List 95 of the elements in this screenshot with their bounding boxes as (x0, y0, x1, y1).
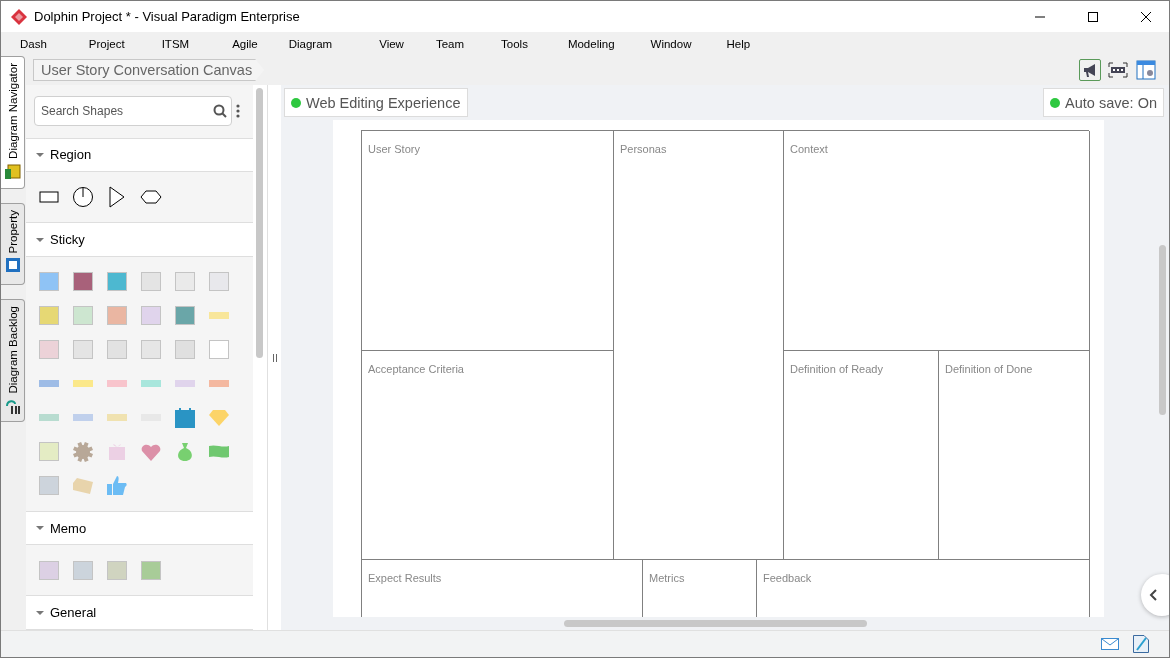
menu-item[interactable]: Help (726, 37, 751, 50)
menu-item[interactable]: View (379, 37, 404, 50)
region-label: Personas (620, 143, 667, 155)
banner-icon[interactable] (209, 444, 229, 460)
tape-icon[interactable] (209, 312, 229, 320)
tape-icon[interactable] (39, 414, 59, 422)
region-label: Acceptance Criteria (368, 363, 464, 375)
hexagon-icon[interactable] (140, 190, 162, 205)
canvas-region[interactable]: Personas (614, 131, 784, 560)
canvas-region[interactable]: Definition of Ready (784, 351, 939, 560)
tape-icon[interactable] (175, 380, 195, 388)
menu-item[interactable]: Diagram (288, 37, 333, 50)
section-header[interactable]: Memo (26, 511, 253, 546)
sticky-note-icon[interactable] (73, 272, 93, 292)
search-icon (213, 104, 227, 119)
thumbs-up-icon[interactable] (107, 476, 127, 496)
tape-icon[interactable] (209, 380, 229, 388)
caret-down-icon (36, 151, 44, 159)
maximize-icon[interactable] (1088, 11, 1098, 22)
fit-screen-icon[interactable] (1108, 62, 1128, 78)
tape-icon[interactable] (73, 414, 93, 422)
layout-panel-icon[interactable] (1136, 60, 1156, 80)
horizontal-scrollbar[interactable] (564, 620, 867, 627)
section-header[interactable]: General (26, 596, 253, 630)
heart-icon[interactable] (141, 442, 161, 461)
status-dot (291, 97, 301, 108)
menu-item[interactable]: ITSM (161, 37, 190, 50)
megaphone-icon (1082, 62, 1098, 78)
region-label: Definition of Done (945, 363, 1033, 375)
chevron-left-icon (1149, 589, 1157, 601)
section-title: Sticky (50, 232, 85, 248)
side-tab[interactable]: Property (1, 203, 25, 285)
canvas-region[interactable]: Definition of Done (939, 351, 1090, 560)
region-label: Metrics (649, 572, 685, 584)
gem-icon[interactable] (209, 409, 229, 427)
section-title: Memo (50, 520, 87, 536)
menu-item[interactable]: Project (88, 37, 125, 50)
caret-down-icon (36, 235, 44, 244)
tape-icon[interactable] (73, 380, 93, 388)
section-header[interactable]: Region (26, 138, 253, 173)
menu-item[interactable]: Dash (20, 37, 47, 50)
search-field[interactable]: Search Shapes (34, 96, 232, 127)
gift-icon[interactable] (108, 442, 126, 462)
canvas-region[interactable]: Context (784, 131, 1090, 351)
badge-text: Auto save: On (1065, 94, 1157, 111)
status-dot (1050, 97, 1061, 108)
splitter-handle[interactable] (272, 353, 277, 362)
tape-icon[interactable] (39, 380, 59, 388)
window-title: Dolphin Project * - Visual Paradigm Enterprise (34, 9, 301, 24)
badge-text: Web Editing Experience (306, 94, 461, 111)
tape-icon[interactable] (107, 380, 127, 388)
backlog-icon (4, 397, 21, 414)
region-label: User Story (368, 143, 420, 155)
menu-item[interactable]: Team (435, 37, 465, 50)
circle-icon[interactable] (72, 186, 94, 209)
property-sheet-icon (4, 257, 21, 274)
app-logo-icon (11, 8, 27, 25)
caret-down-icon (36, 524, 44, 533)
sticky-note-icon[interactable] (107, 272, 127, 292)
section-title: General (50, 605, 97, 621)
vertical-scrollbar[interactable] (256, 88, 263, 358)
rectangle-icon[interactable] (39, 191, 59, 204)
tape-icon[interactable] (107, 414, 127, 422)
sticky-note-icon[interactable] (209, 340, 229, 360)
menu-item[interactable]: Agile (232, 37, 258, 50)
region-label: Definition of Ready (790, 363, 883, 375)
side-tab[interactable]: Diagram Navigator (1, 56, 25, 189)
vertical-scrollbar[interactable] (1159, 245, 1166, 415)
close-icon[interactable] (1141, 11, 1151, 22)
canvas-region[interactable]: User Story (362, 131, 614, 351)
tape-icon[interactable] (141, 380, 161, 388)
section-header[interactable]: Sticky (26, 223, 253, 257)
gear-icon[interactable] (73, 441, 93, 462)
side-tab[interactable]: Diagram Backlog (1, 299, 25, 422)
calendar-icon[interactable] (175, 407, 195, 428)
breadcrumb[interactable]: User Story Conversation Canvas (33, 59, 265, 81)
region-label: Context (790, 143, 828, 155)
section-title: Region (50, 147, 92, 163)
tag-icon[interactable] (73, 477, 93, 494)
region-label: Feedback (763, 572, 812, 584)
book-icon (4, 162, 21, 179)
sticky-note-icon[interactable] (175, 306, 195, 326)
region-label: Expect Results (368, 572, 442, 584)
canvas-region[interactable]: Acceptance Criteria (362, 351, 614, 560)
menu-item[interactable]: Modeling (567, 37, 615, 50)
note-edit-icon[interactable] (1133, 635, 1149, 653)
megaphone-button[interactable] (1079, 59, 1101, 81)
bag-icon[interactable] (176, 441, 194, 462)
triangle-icon[interactable] (108, 186, 126, 209)
more-options-icon[interactable] (236, 104, 240, 119)
sticky-note-icon[interactable] (39, 272, 59, 292)
menu-item[interactable]: Window (650, 37, 692, 50)
caret-down-icon (36, 608, 44, 617)
menu-item[interactable]: Tools (501, 37, 528, 50)
mail-icon[interactable] (1101, 638, 1119, 650)
